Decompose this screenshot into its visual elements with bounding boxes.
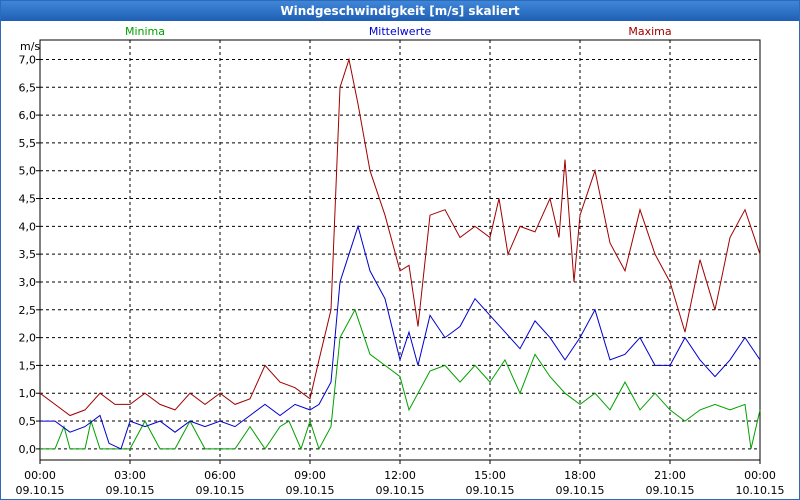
x-tick-date: 09.10.15 <box>286 484 335 497</box>
y-tick-label: 1,5 <box>19 359 37 372</box>
wind-speed-chart: m/s 0,0 0,5 1,0 1,5 2,0 2,5 3,0 3,5 4,0 4,5 5,0 5,5… <box>16 25 785 497</box>
x-tick-time: 21:00 <box>654 469 686 482</box>
legend-entry-maxima: Maxima <box>628 25 671 38</box>
y-tick-label: 6,0 <box>19 109 37 122</box>
x-tick-date: 09.10.15 <box>646 484 695 497</box>
x-tick-time: 06:00 <box>204 469 236 482</box>
y-tick-label: 6,5 <box>19 81 37 94</box>
y-tick-label: 2,5 <box>19 304 37 317</box>
y-tick-label: 2,0 <box>19 332 37 345</box>
x-tick-date: 09.10.15 <box>196 484 245 497</box>
y-tick-label: 1,0 <box>19 387 37 400</box>
legend-entry-mittelwerte: Mittelwerte <box>369 25 432 38</box>
y-tick-label: 5,0 <box>19 165 37 178</box>
y-tick-label: 3,5 <box>19 248 37 261</box>
y-tick-label: 5,5 <box>19 137 37 150</box>
x-tick-labels: 00:00 09.10.15 03:00 09.10.15 06:00 09.10.15 0… <box>16 460 785 497</box>
x-tick-date: 09.10.15 <box>556 484 605 497</box>
x-tick-time: 00:00 <box>24 469 56 482</box>
y-tick-label: 0,0 <box>19 443 37 456</box>
x-tick-time: 09:00 <box>294 469 326 482</box>
y-tick-label: 7,0 <box>19 53 37 66</box>
y-tick-label: 4,0 <box>19 220 37 233</box>
y-tick-labels: 0,0 0,5 1,0 1,5 2,0 2,5 3,0 3,5 4,0 4,5 5,0 5,5 6,0 6… <box>19 53 40 456</box>
x-tick-time: 18:00 <box>564 469 596 482</box>
x-tick-time: 12:00 <box>384 469 416 482</box>
x-tick-date: 09.10.15 <box>106 484 155 497</box>
x-tick-date: 09.10.15 <box>16 484 65 497</box>
legend-entry-minima: Minima <box>125 25 165 38</box>
y-axis-label: m/s <box>20 40 40 53</box>
x-tick-date: 09.10.15 <box>466 484 515 497</box>
y-tick-label: 4,5 <box>19 193 37 206</box>
y-tick-label: 0,5 <box>19 415 37 428</box>
x-tick-time: 03:00 <box>114 469 146 482</box>
x-tick-time: 15:00 <box>474 469 506 482</box>
x-tick-time: 00:00 <box>744 469 776 482</box>
x-tick-date: 10.10.15 <box>736 484 785 497</box>
legend: Minima Mittelwerte Maxima <box>125 25 672 38</box>
x-tick-date: 09.10.15 <box>376 484 425 497</box>
y-tick-label: 3,0 <box>19 276 37 289</box>
